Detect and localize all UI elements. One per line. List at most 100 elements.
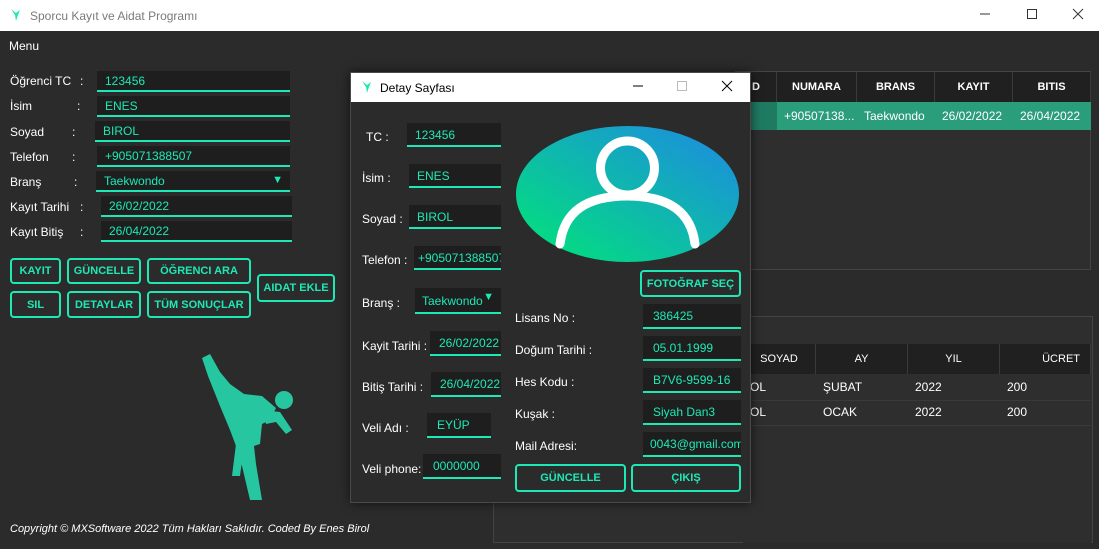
dialog-kayit-input[interactable]: 26/02/2022 — [430, 331, 501, 356]
kayit-bitis-input[interactable]: 26/04/2022 — [101, 221, 292, 242]
tc-separator: : — [80, 74, 84, 88]
close-icon — [1072, 8, 1084, 23]
dialog-veli-phone-input[interactable]: 0000000 — [423, 454, 501, 479]
column-header[interactable]: NUMARA — [777, 72, 857, 102]
detail-dialog: Detay Sayfası TC : 123456 İsim : ENES So… — [350, 72, 751, 503]
dialog-maximize-button[interactable] — [660, 73, 704, 102]
table-cell[interactable]: OL — [743, 373, 816, 401]
dialog-kusak-label: Kuşak : — [515, 407, 556, 421]
table-cell[interactable]: OCAK — [816, 398, 908, 426]
table-cell[interactable]: 26/02/2022 — [935, 102, 1013, 130]
dialog-veli-adi-label: Veli Adı : — [362, 421, 409, 435]
guncelle-button[interactable]: GÜNCELLE — [67, 258, 141, 284]
table-cell[interactable]: 2022 — [908, 398, 1000, 426]
brans-label: Branş — [10, 175, 42, 189]
isim-input[interactable]: ENES — [97, 96, 290, 117]
column-header[interactable]: AY — [816, 344, 908, 374]
dialog-title-bar: Detay Sayfası — [351, 73, 750, 102]
dialog-tc-input[interactable]: 123456 — [407, 123, 501, 147]
table-cell[interactable]: 200 — [1000, 373, 1091, 401]
telefon-label: Telefon — [10, 150, 49, 164]
dialog-soyad-input[interactable]: BIROL — [409, 205, 501, 229]
dialog-dogum-input[interactable]: 05.01.1999 — [643, 336, 741, 361]
dialog-tc-label: TC : — [366, 130, 389, 144]
soyad-input[interactable]: BIROL — [95, 121, 290, 142]
dialog-cikis-button[interactable]: ÇIKIŞ — [631, 464, 741, 492]
dialog-telefon-input[interactable]: +905071388507 — [414, 246, 501, 270]
isim-label: İsim — [10, 99, 32, 113]
isim-separator: : — [77, 99, 81, 113]
telefon-separator: : — [72, 150, 76, 164]
kayit-button[interactable]: KAYIT — [10, 258, 61, 284]
minimize-icon — [632, 80, 644, 95]
column-header[interactable]: YIL — [908, 344, 1000, 374]
table-cell[interactable]: OL — [743, 398, 816, 426]
column-header[interactable]: BITIS — [1013, 72, 1091, 102]
dialog-brans-select[interactable]: Taekwondo — [415, 288, 501, 314]
telefon-input[interactable]: +905071388507 — [97, 146, 290, 167]
dialog-guncelle-button[interactable]: GÜNCELLE — [515, 464, 626, 492]
dialog-minimize-button[interactable] — [616, 73, 660, 102]
table-cell[interactable]: 2022 — [908, 373, 1000, 401]
brans-select[interactable]: Taekwondo — [96, 171, 290, 192]
maximize-icon — [676, 80, 688, 95]
kayit-tarihi-separator: : — [80, 200, 84, 214]
dialog-title: Detay Sayfası — [380, 81, 455, 95]
dialog-kusak-input[interactable]: Siyah Dan3 — [643, 400, 741, 425]
column-header[interactable]: ÜCRET — [1000, 344, 1091, 374]
table-cell[interactable]: ŞUBAT — [816, 373, 908, 401]
dialog-bitis-input[interactable]: 26/04/2022 — [431, 372, 501, 397]
taekwondo-silhouette-icon — [196, 354, 300, 505]
tum-sonuclar-button[interactable]: TÜM SONUÇLAR — [147, 291, 251, 318]
sil-button[interactable]: SIL — [10, 291, 61, 318]
kayit-tarihi-input[interactable]: 26/02/2022 — [101, 196, 292, 217]
payments-table[interactable]: SOYAD AY YIL ÜCRET OL ŞUBAT 2022 200 OL … — [743, 344, 1091, 543]
dialog-kayit-label: Kayit Tarihi : — [362, 339, 428, 353]
table-cell[interactable]: 26/04/2022 — [1013, 102, 1091, 130]
minimize-icon — [979, 8, 991, 23]
dialog-hes-input[interactable]: B7V6-9599-16 — [643, 368, 741, 393]
user-avatar-icon — [516, 126, 739, 262]
kayit-bitis-label: Kayıt Bitiş — [10, 225, 64, 239]
table-cell[interactable]: +90507138... — [777, 102, 857, 130]
dialog-lisans-label: Lisans No : — [515, 311, 576, 325]
dialog-brans-label: Branş : — [362, 296, 401, 310]
fotograf-sec-button[interactable]: FOTOĞRAF SEÇ — [640, 270, 741, 297]
close-button[interactable] — [1055, 0, 1099, 31]
dialog-dogum-label: Doğum Tarihi : — [515, 343, 593, 357]
dialog-lisans-input[interactable]: 386425 — [643, 304, 741, 329]
tc-label: Öğrenci TC — [10, 74, 72, 88]
detaylar-button[interactable]: DETAYLAR — [67, 291, 141, 318]
dialog-hes-label: Hes Kodu : — [515, 375, 575, 389]
dialog-isim-input[interactable]: ENES — [409, 164, 501, 188]
dialog-veli-phone-label: Veli phone: — [362, 462, 422, 476]
close-icon — [721, 80, 733, 95]
soyad-separator: : — [72, 125, 76, 139]
kayit-bitis-separator: : — [80, 225, 84, 239]
title-bar: Sporcu Kayıt ve Aidat Programı — [0, 0, 1099, 31]
dialog-soyad-label: Soyad : — [362, 212, 403, 226]
table-cell[interactable]: 200 — [1000, 398, 1091, 426]
app-logo-icon — [10, 8, 24, 25]
table-cell[interactable]: Taekwondo — [857, 102, 935, 130]
brans-separator: : — [74, 175, 78, 189]
column-header[interactable]: BRANS — [857, 72, 935, 102]
menu-bar: Menu — [0, 31, 1099, 59]
students-table[interactable]: D NUMARA BRANS KAYIT BITIS +90507138... … — [735, 71, 1091, 270]
dialog-isim-label: İsim : — [362, 171, 391, 185]
dialog-mail-label: Mail Adresi: — [515, 439, 578, 453]
column-header[interactable]: KAYIT — [935, 72, 1013, 102]
menu-item[interactable]: Menu — [9, 39, 39, 53]
dialog-bitis-label: Bitiş Tarihi : — [362, 380, 424, 394]
maximize-button[interactable] — [1009, 0, 1055, 31]
dialog-close-button[interactable] — [705, 73, 749, 102]
dialog-mail-input[interactable]: 0043@gmail.com — [643, 432, 741, 457]
column-header[interactable]: SOYAD — [743, 344, 816, 374]
copyright-footer: Copyright © MXSoftware 2022 Tüm Hakları … — [10, 523, 370, 535]
window-title: Sporcu Kayıt ve Aidat Programı — [30, 9, 198, 23]
aidat-ekle-button[interactable]: AIDAT EKLE — [257, 274, 335, 302]
ogrenci-ara-button[interactable]: ÖĞRENCI ARA — [147, 258, 251, 284]
tc-input[interactable]: 123456 — [97, 71, 290, 92]
dialog-veli-adi-input[interactable]: EYÜP — [427, 413, 491, 438]
minimize-button[interactable] — [962, 0, 1008, 31]
